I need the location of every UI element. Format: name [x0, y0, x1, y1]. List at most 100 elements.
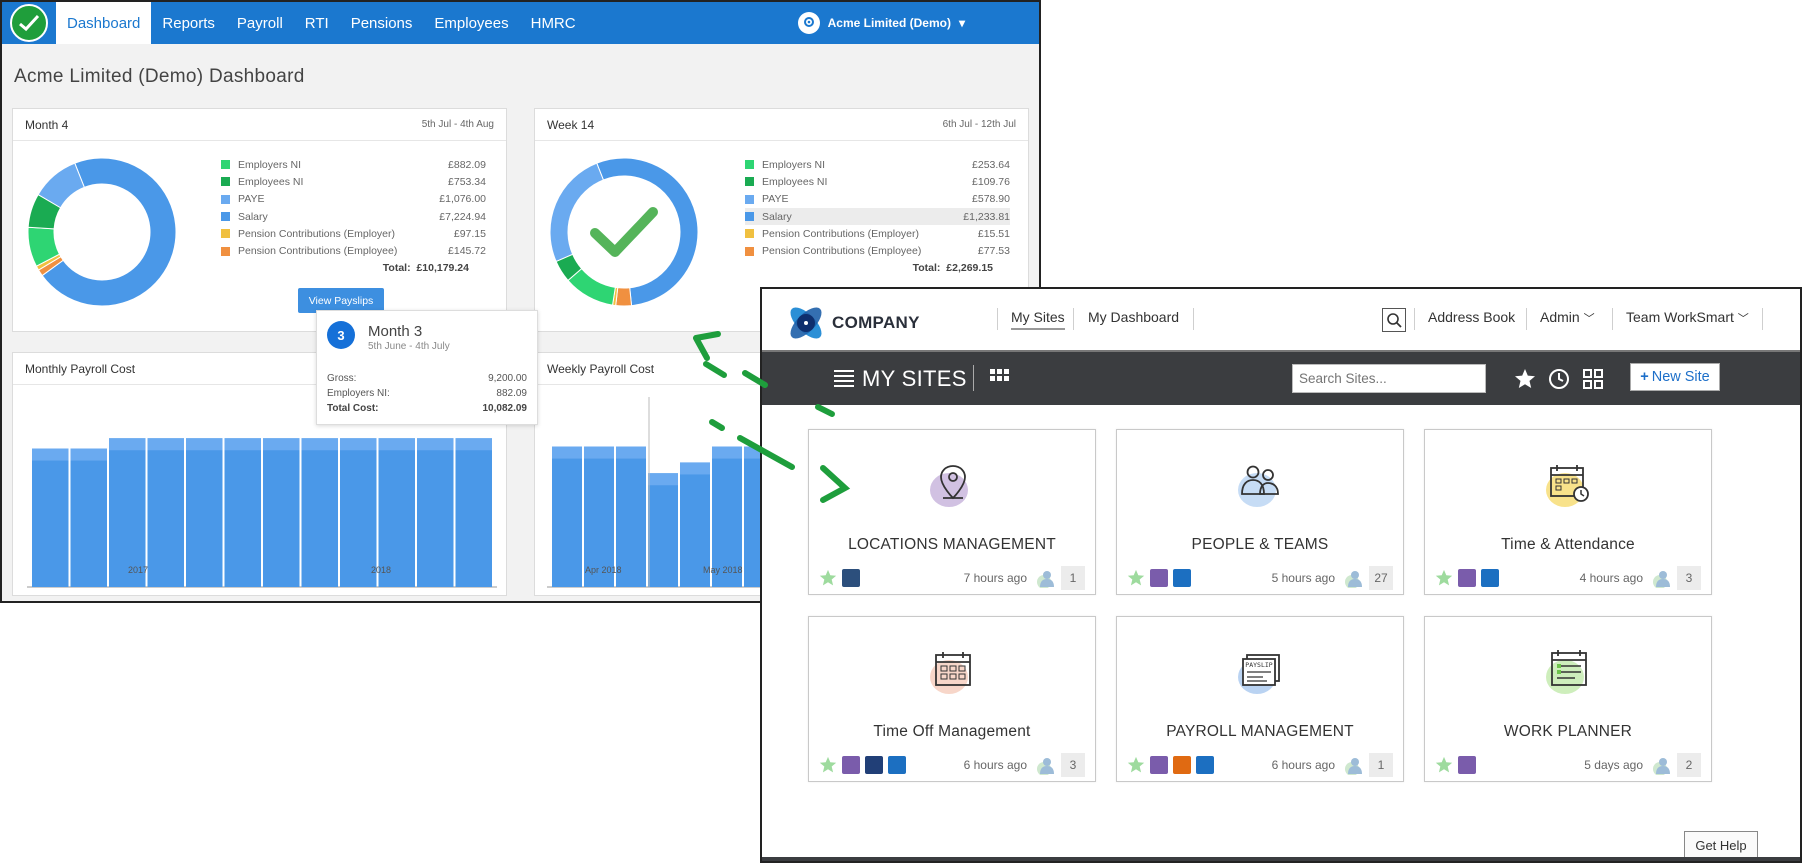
search-sites-input[interactable] — [1292, 364, 1486, 393]
legend-value: £109.76 — [972, 175, 1010, 188]
site-name: PAYROLL MANAGEMENT — [1166, 723, 1354, 740]
recent-clock-icon[interactable] — [1548, 368, 1570, 390]
legend-label: Employers NI — [762, 158, 826, 171]
donut-slice[interactable] — [596, 157, 699, 307]
donut-slice[interactable] — [549, 162, 605, 263]
category-tag[interactable] — [888, 756, 906, 774]
bar[interactable] — [455, 438, 493, 587]
tab-employees[interactable]: Employees — [423, 2, 519, 44]
legend-item: Salary £1,233.81 — [745, 207, 1010, 226]
search-button[interactable] — [1382, 308, 1406, 332]
bar[interactable] — [224, 438, 262, 587]
last-updated: 6 hours ago — [963, 758, 1027, 772]
company-switcher[interactable]: Acme Limited (Demo) ▾ — [797, 2, 965, 44]
category-tag[interactable] — [842, 569, 860, 587]
company-logo[interactable]: COMPANY — [784, 301, 920, 345]
legend-item: PAYE £578.90 — [745, 191, 1010, 208]
people-icon — [1238, 465, 1279, 507]
nav-address-book[interactable]: Address Book — [1428, 309, 1515, 325]
legend-item: Pension Contributions (Employee) £145.72 — [221, 242, 486, 259]
bar[interactable] — [648, 473, 678, 587]
company-app-window: COMPANY My Sites My Dashboard Address Bo… — [760, 287, 1802, 863]
site-tile[interactable]: LOCATIONS MANAGEMENT 7 hours ago 1 — [808, 429, 1096, 595]
category-tag[interactable] — [842, 756, 860, 774]
svg-text:PAYSLIP: PAYSLIP — [1245, 661, 1272, 669]
x-tick-label: 2017 — [128, 565, 149, 575]
new-site-button[interactable]: + New Site — [1630, 363, 1720, 391]
category-tag[interactable] — [865, 756, 883, 774]
bar-segment — [32, 448, 69, 461]
tab-dashboard[interactable]: Dashboard — [56, 2, 152, 44]
bar[interactable] — [32, 448, 69, 587]
legend-label: PAYE — [762, 193, 789, 206]
tab-hmrc[interactable]: HMRC — [520, 2, 587, 44]
donut-slice[interactable] — [615, 287, 633, 307]
bar[interactable] — [186, 438, 223, 587]
bar-segment — [584, 446, 614, 459]
bar[interactable] — [552, 446, 582, 587]
site-tile[interactable]: WORK PLANNER 5 days ago 2 — [1424, 616, 1712, 782]
tooltip-title: Month 3 — [368, 323, 423, 340]
site-footer: 4 hours ago 3 — [1435, 566, 1701, 590]
location-pin-icon — [797, 12, 820, 34]
bar[interactable] — [263, 438, 300, 587]
nav-team-worksmart[interactable]: Team WorkSmart ﹀ — [1626, 309, 1749, 326]
legend-swatch — [745, 177, 754, 187]
favorite-star-icon[interactable] — [1435, 756, 1453, 774]
chevron-down-icon: ﹀ — [1737, 313, 1749, 325]
legend-value: £145.72 — [448, 245, 486, 258]
week-donut-chart — [549, 157, 699, 307]
favorite-star-icon[interactable] — [1435, 569, 1453, 587]
site-footer: 6 hours ago 1 — [1127, 753, 1393, 777]
category-tag[interactable] — [1458, 756, 1476, 774]
calendar-clock-icon — [1546, 465, 1589, 507]
site-tile[interactable]: Time & Attendance 4 hours ago 3 — [1424, 429, 1712, 595]
tiles-view-icon[interactable] — [1582, 368, 1604, 390]
favorites-star-icon[interactable] — [1514, 368, 1536, 390]
legend-value: £97.15 — [453, 227, 486, 240]
tooltip-range: 5th June - 4th July — [368, 341, 450, 352]
card-date-range: 6th Jul - 12th Jul — [942, 119, 1016, 130]
category-tag[interactable] — [1196, 756, 1214, 774]
category-tag[interactable] — [1481, 569, 1499, 587]
grid-view-icon[interactable] — [990, 369, 1010, 387]
nav-admin[interactable]: Admin ﹀ — [1540, 309, 1595, 326]
tooltip-row: Employers NI: 882.09 — [327, 388, 527, 399]
category-tag[interactable] — [1150, 756, 1168, 774]
favorite-star-icon[interactable] — [819, 756, 837, 774]
members-icon — [1345, 758, 1362, 775]
site-footer: 5 days ago 2 — [1435, 753, 1701, 777]
favorite-star-icon[interactable] — [819, 569, 837, 587]
bar[interactable] — [147, 438, 185, 587]
payroll-logo[interactable] — [2, 2, 56, 44]
category-tag[interactable] — [1173, 569, 1191, 587]
my-sites-toolbar: MY SITES +New Site — [762, 352, 1800, 405]
site-tile[interactable]: PEOPLE & TEAMS 5 hours ago 27 — [1116, 429, 1404, 595]
tab-reports[interactable]: Reports — [151, 2, 226, 44]
site-tile[interactable]: PAYSLIP PAYROLL MANAGEMENT 6 hours ago 1 — [1116, 616, 1404, 782]
favorite-star-icon[interactable] — [1127, 569, 1145, 587]
tab-pensions[interactable]: Pensions — [340, 2, 424, 44]
legend-item: Pension Contributions (Employee) £77.53 — [745, 242, 1010, 259]
bar[interactable] — [301, 438, 339, 587]
caret-down-icon: ▾ — [958, 16, 965, 30]
category-tag[interactable] — [1458, 569, 1476, 587]
category-tag[interactable] — [1173, 756, 1191, 774]
favorite-star-icon[interactable] — [1127, 756, 1145, 774]
nav-my-sites[interactable]: My Sites — [1011, 309, 1065, 330]
bar[interactable] — [70, 448, 108, 587]
location-pin-icon — [930, 465, 968, 507]
tab-rti[interactable]: RTI — [294, 2, 340, 44]
bar-segment — [455, 438, 492, 451]
bar[interactable] — [417, 438, 454, 587]
bar-segment — [70, 448, 107, 461]
legend-label: Pension Contributions (Employer) — [238, 227, 395, 240]
month-badge: 3 — [327, 321, 355, 349]
category-tag[interactable] — [1150, 569, 1168, 587]
payslip-icon: PAYSLIP — [1238, 654, 1280, 694]
tab-payroll[interactable]: Payroll — [226, 2, 294, 44]
get-help-button[interactable]: Get Help — [1684, 831, 1758, 859]
nav-my-dashboard[interactable]: My Dashboard — [1088, 309, 1179, 325]
site-tile[interactable]: Time Off Management 6 hours ago 3 — [808, 616, 1096, 782]
legend-item: PAYE £1,076.00 — [221, 191, 486, 208]
